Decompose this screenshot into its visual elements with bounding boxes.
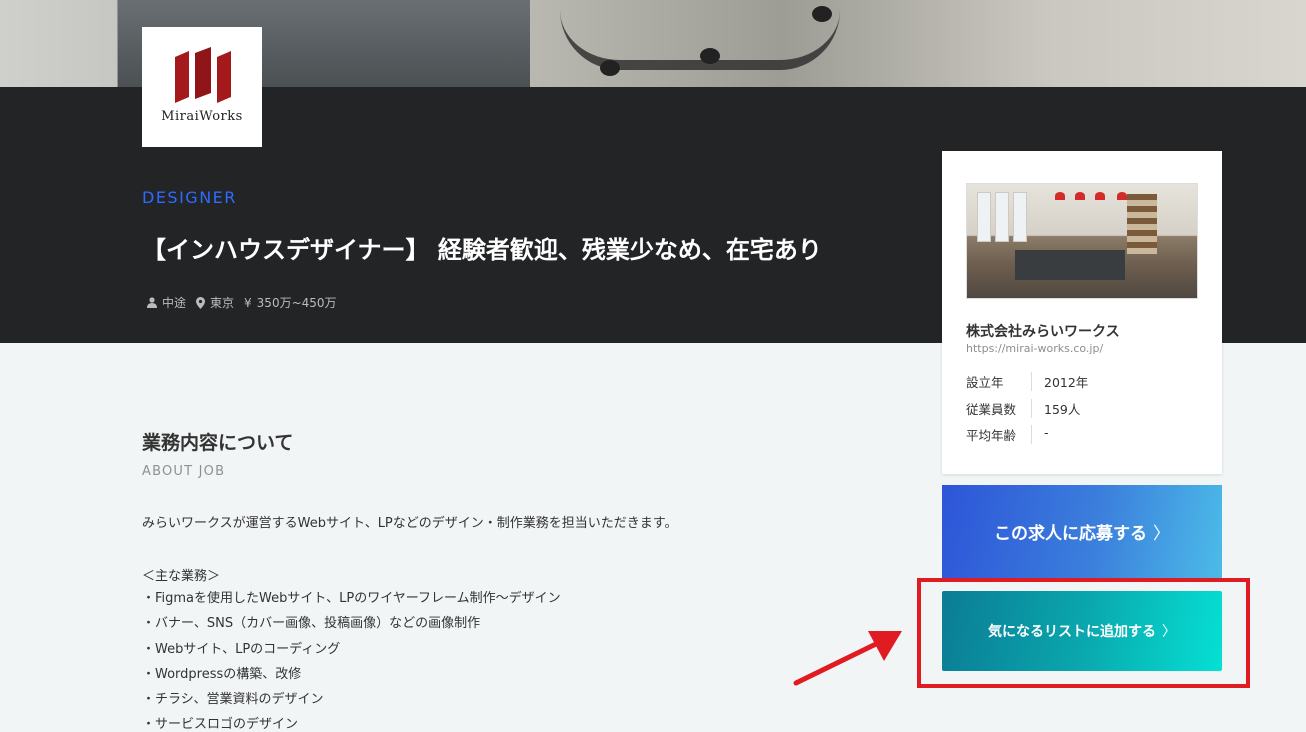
company-office-photo — [966, 183, 1198, 299]
photo-lamp — [1075, 192, 1085, 200]
duty-item: ・Figmaを使用したWebサイト、LPのワイヤーフレーム制作〜デザイン — [142, 591, 561, 606]
employment-type-text: 中途 — [162, 296, 187, 310]
chevron-right-icon: 〉 — [1153, 524, 1170, 543]
info-value: - — [1044, 425, 1049, 440]
photo-lamp — [1117, 192, 1127, 200]
yen-icon: ¥ — [244, 295, 252, 310]
employment-type: 中途 — [147, 294, 186, 311]
info-row-founded: 設立年 2012年 — [966, 372, 1088, 391]
info-label: 平均年齢 — [966, 425, 1032, 444]
job-salary: ¥ 350万~450万 — [244, 294, 337, 311]
job-location-text: 東京 — [210, 296, 235, 310]
annotation-arrow-icon — [793, 631, 902, 686]
photo-table — [1015, 250, 1125, 280]
info-value: 2012年 — [1044, 375, 1089, 390]
job-meta: 中途 東京 ¥ 350万~450万 — [147, 294, 347, 311]
photo-window — [995, 192, 1009, 242]
logo-text: MiraiWorks — [161, 109, 243, 124]
duty-item: ・Wordpressの構築、改修 — [142, 666, 302, 682]
photo-lamp — [1095, 192, 1105, 200]
job-description-lead: みらいワークスが運営するWebサイト、LPなどのデザイン・制作業務を担当いただき… — [142, 516, 678, 531]
company-card: 株式会社みらいワークス https://mirai-works.co.jp/ 設… — [942, 151, 1222, 474]
hero-chair — [560, 0, 840, 70]
info-row-employees: 従業員数 159人 — [966, 399, 1080, 418]
info-label: 設立年 — [966, 372, 1032, 391]
logo-mark-icon — [175, 47, 231, 103]
apply-button-label: この求人に応募する — [994, 524, 1147, 543]
duty-item: ・サービスロゴのデザイン — [142, 717, 299, 732]
duty-item: ・バナー、SNS（カバー画像、投稿画像）などの画像制作 — [142, 616, 481, 632]
section-title: 業務内容について — [142, 432, 294, 454]
person-icon — [147, 297, 157, 308]
duty-item: ・Webサイト、LPのコーディング — [142, 641, 341, 657]
section-subtitle: ABOUT JOB — [142, 464, 226, 479]
duties-list: ・Figmaを使用したWebサイト、LPのワイヤーフレーム制作〜デザイン ・バナ… — [142, 589, 561, 732]
duties-heading: ＜主な業務＞ — [142, 569, 221, 584]
job-category: DESIGNER — [142, 188, 237, 207]
photo-lamp — [1055, 192, 1065, 200]
highlight-box — [917, 578, 1250, 688]
photo-shelf — [1127, 194, 1157, 254]
company-url[interactable]: https://mirai-works.co.jp/ — [966, 342, 1103, 355]
job-salary-text: 350万~450万 — [256, 296, 337, 310]
chair-wheel — [812, 6, 832, 22]
job-location: 東京 — [196, 294, 234, 311]
company-name[interactable]: 株式会社みらいワークス — [966, 321, 1120, 341]
duty-item: ・チラシ、営業資料のデザイン — [142, 692, 324, 708]
chair-wheel — [600, 60, 620, 76]
job-title: 【インハウスデザイナー】 経験者歓迎、残業少なめ、在宅あり — [142, 236, 822, 264]
photo-window — [977, 192, 991, 242]
company-logo: MiraiWorks — [142, 27, 262, 147]
info-label: 従業員数 — [966, 399, 1032, 418]
apply-button[interactable]: この求人に応募する 〉 — [942, 485, 1222, 578]
chair-wheel — [700, 48, 720, 64]
photo-window — [1013, 192, 1027, 242]
map-pin-icon — [196, 296, 206, 309]
info-value: 159人 — [1044, 402, 1081, 417]
info-row-average-age: 平均年齢 - — [966, 425, 1049, 444]
